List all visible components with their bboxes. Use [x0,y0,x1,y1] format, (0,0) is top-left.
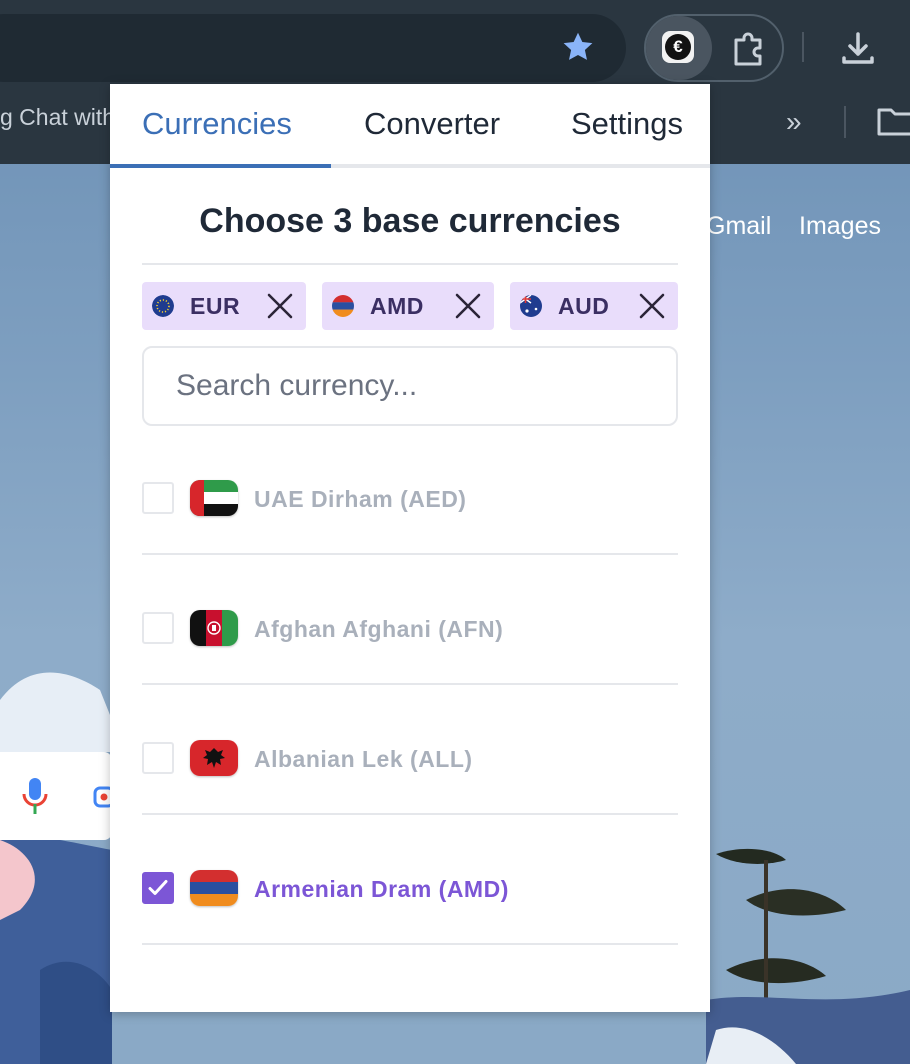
selected-chip-amd: AMD [322,282,494,330]
currency-label: Afghan Afghani (AFN) [254,616,504,642]
toolbar-divider [802,32,804,62]
armenia-flag-icon [190,870,238,906]
remove-chip-icon[interactable] [454,292,482,320]
star-icon[interactable] [560,29,596,65]
chip-code: AMD [370,292,424,319]
bookmarks-divider [844,106,846,138]
check-icon [148,880,168,895]
folder-icon[interactable] [876,106,910,138]
bookmarks-more-icon[interactable]: » [786,106,802,138]
australia-flag-icon [520,295,542,317]
selected-chip-aud: AUD [510,282,678,330]
currency-checkbox-checked[interactable] [142,872,174,904]
armenia-flag-icon [332,295,354,317]
chip-code: AUD [558,292,610,319]
popup-tabs: Currencies Converter Settings [110,84,710,168]
currency-row-aed[interactable]: UAE Dirham (AED) [142,464,678,594]
images-link[interactable]: Images [799,212,881,241]
microphone-icon[interactable] [20,776,50,816]
row-divider [142,813,678,815]
remove-chip-icon[interactable] [266,292,294,320]
remove-chip-icon[interactable] [638,292,666,320]
eu-flag-icon [152,295,174,317]
currency-checkbox[interactable] [142,612,174,644]
currency-row-all[interactable]: Albanian Lek (ALL) [142,724,678,854]
search-input[interactable] [142,346,678,426]
puzzle-icon[interactable] [730,30,770,66]
currency-label: UAE Dirham (AED) [254,486,467,512]
currency-checkbox[interactable] [142,742,174,774]
background-illustration-mountain [0,672,112,1064]
tab-settings[interactable]: Settings [571,106,683,142]
tab-converter[interactable]: Converter [364,106,500,142]
uae-flag-icon [190,480,238,516]
currency-popup: Currencies Converter Settings Choose 3 b… [110,84,710,1012]
row-divider [142,553,678,555]
bookmark-item[interactable]: g Chat with [0,104,110,131]
selected-chip-eur: EUR [142,282,306,330]
page-title: Choose 3 base currencies [199,202,621,240]
chip-code: EUR [190,292,241,319]
currency-row-amd[interactable]: Armenian Dram (AMD) [142,854,678,984]
currency-label: Albanian Lek (ALL) [254,746,473,772]
background-illustration-trees [706,848,910,1064]
currency-row-afn[interactable]: Afghan Afghani (AFN) [142,594,678,724]
currency-checkbox[interactable] [142,482,174,514]
albania-flag-icon [190,740,238,776]
active-tab-indicator [110,164,331,168]
heading-divider [142,263,678,265]
afghanistan-flag-icon [190,610,238,646]
tab-currencies[interactable]: Currencies [142,106,292,142]
currency-extension-icon[interactable]: € [662,31,694,63]
row-divider [142,943,678,945]
address-bar[interactable] [0,14,626,82]
download-icon[interactable] [838,28,878,68]
gmail-link[interactable]: Gmail [706,212,771,241]
currency-label: Armenian Dram (AMD) [254,876,509,902]
row-divider [142,683,678,685]
